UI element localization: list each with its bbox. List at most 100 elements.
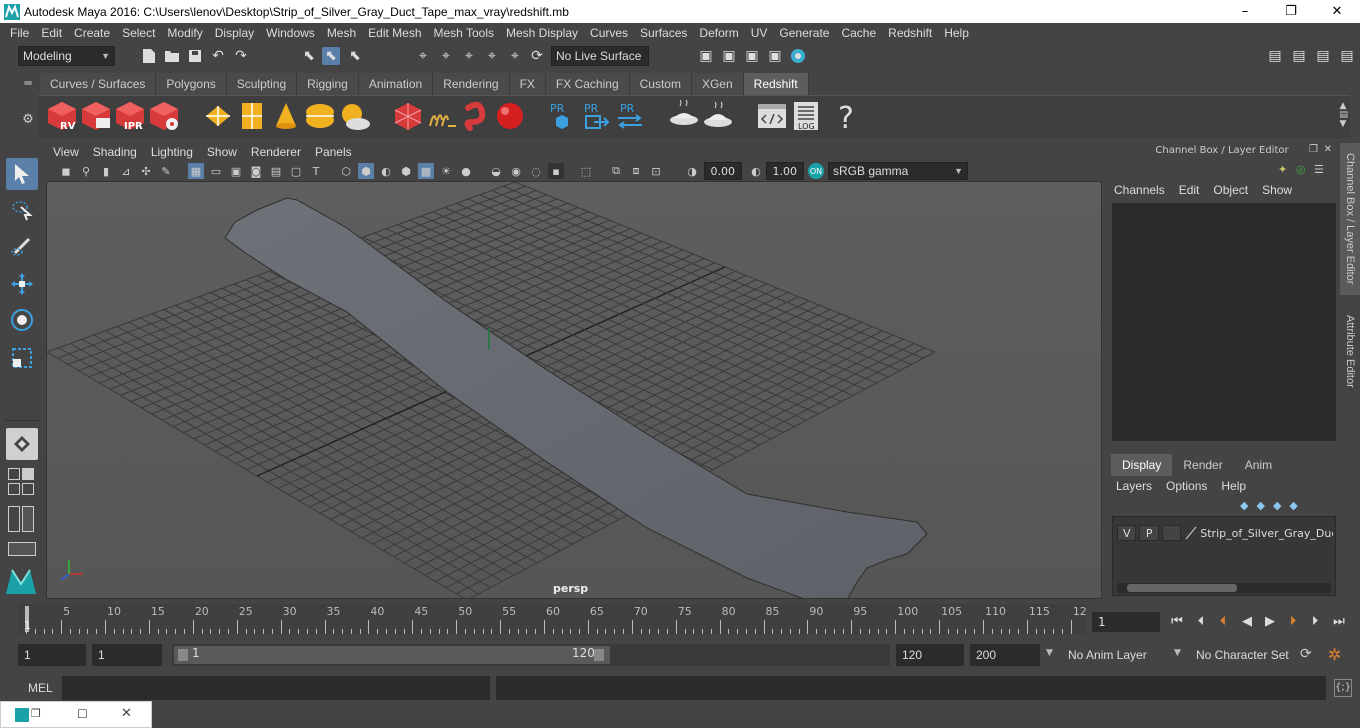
redshift-hair-icon[interactable] — [426, 100, 458, 132]
menu-cache[interactable]: Cache — [835, 26, 882, 40]
go-to-start-icon[interactable]: ⏮ — [1168, 612, 1186, 630]
gamma-field[interactable]: 1.00 — [766, 162, 804, 180]
layer-playback-toggle[interactable]: P — [1139, 525, 1159, 541]
tab-custom[interactable]: Custom — [629, 73, 692, 95]
select-by-component-icon[interactable]: ⬉ — [346, 47, 364, 65]
menu-create[interactable]: Create — [68, 26, 116, 40]
textured-icon[interactable]: ⬢ — [398, 163, 414, 179]
tab-xgen[interactable]: XGen — [691, 73, 744, 95]
playback-end-field[interactable]: 120 — [896, 644, 964, 666]
side-tab-channel-box[interactable]: Channel Box / Layer Editor — [1340, 143, 1360, 295]
animation-prefs-icon[interactable]: ✲ — [1328, 645, 1350, 665]
viewport-menu-lighting[interactable]: Lighting — [144, 145, 200, 159]
color-management-icon[interactable]: ON — [808, 163, 824, 179]
tab-redshift[interactable]: Redshift — [743, 73, 809, 95]
multisample-aa-icon[interactable]: ◉ — [508, 163, 524, 179]
redshift-pr-sync-icon[interactable]: PR — [614, 100, 646, 132]
menu-file[interactable]: File — [4, 26, 35, 40]
range-start-grip[interactable] — [178, 649, 188, 661]
paint-select-tool-icon[interactable] — [6, 230, 38, 262]
chevron-down-icon[interactable]: ▼ — [1174, 648, 1181, 658]
grid-toggle-icon[interactable]: ▦ — [188, 163, 204, 179]
play-forwards-icon[interactable]: ▶ — [1261, 612, 1279, 630]
redshift-light-spot-icon[interactable] — [270, 100, 302, 132]
play-backwards-icon[interactable]: ◀ — [1238, 612, 1256, 630]
depth-of-field-icon[interactable]: ◌ — [528, 163, 544, 179]
colorspace-dropdown[interactable]: sRGB gamma ▼ — [828, 162, 968, 180]
redshift-ies-light-icon[interactable] — [304, 100, 336, 132]
menu-modify[interactable]: Modify — [161, 26, 208, 40]
tab-fx-caching[interactable]: FX Caching — [545, 73, 630, 95]
auto-key-icon[interactable]: ⟳ — [1300, 646, 1320, 664]
snap-view-icon[interactable]: ⌖ — [483, 47, 501, 65]
tab-curves-surfaces[interactable]: Curves / Surfaces — [40, 73, 157, 95]
smooth-shade-icon[interactable]: ⬢ — [358, 163, 374, 179]
redshift-settings-icon[interactable] — [148, 100, 180, 132]
command-input[interactable] — [62, 676, 490, 700]
close-window-icon[interactable]: ✕ — [121, 706, 132, 721]
camera-attributes-icon[interactable]: ⚲ — [78, 163, 94, 179]
lasso-tool-icon[interactable] — [6, 194, 38, 226]
layer-color-icon[interactable] — [1184, 526, 1198, 540]
scrollbar-thumb[interactable] — [1127, 584, 1237, 592]
menu-edit-mesh[interactable]: Edit Mesh — [362, 26, 427, 40]
use-all-lights-icon[interactable]: ▩ — [418, 163, 434, 179]
animation-end-field[interactable]: 200 — [970, 644, 1040, 666]
wireframe-on-shaded-icon[interactable]: ◐ — [378, 163, 394, 179]
resolution-gate-icon[interactable]: ▣ — [228, 163, 244, 179]
move-layer-up-icon[interactable]: ◆ — [1240, 499, 1248, 512]
redshift-light-area-icon[interactable] — [202, 100, 234, 132]
wireframe-icon[interactable]: ⬡ — [338, 163, 354, 179]
layer-name[interactable]: Strip_of_Silver_Gray_Duc — [1200, 527, 1333, 540]
character-set-dropdown[interactable]: No Character Set — [1190, 644, 1294, 666]
redo-icon[interactable]: ↷ — [232, 47, 250, 65]
minimize-button[interactable]: – — [1222, 0, 1268, 23]
hypershade-icon[interactable] — [789, 47, 807, 65]
bookmark-icon[interactable]: ▮ — [98, 163, 114, 179]
open-scene-icon[interactable] — [163, 47, 181, 65]
image-plane-icon[interactable]: ⊿ — [118, 163, 134, 179]
save-scene-icon[interactable] — [186, 47, 204, 65]
viewport-menu-renderer[interactable]: Renderer — [244, 145, 308, 159]
redshift-help-icon[interactable]: ? — [830, 100, 862, 132]
command-language-label[interactable]: MEL — [28, 681, 53, 695]
camera-select-icon[interactable]: ◼ — [58, 163, 74, 179]
layer-menu-layers[interactable]: Layers — [1116, 479, 1152, 493]
channel-menu-show[interactable]: Show — [1262, 183, 1292, 197]
menu-help[interactable]: Help — [938, 26, 975, 40]
redshift-bake-set-icon[interactable] — [702, 100, 734, 132]
workspace-icon[interactable]: ▤ — [1266, 47, 1284, 65]
step-back-key-icon[interactable]: ⏴ — [1214, 612, 1232, 630]
go-to-end-icon[interactable]: ⏭ — [1330, 612, 1348, 630]
layer-menu-help[interactable]: Help — [1221, 479, 1246, 493]
layout-four-icon[interactable] — [8, 483, 36, 497]
backface-culling-icon[interactable]: ⊡ — [648, 163, 664, 179]
step-back-icon[interactable]: ⏴ — [1192, 612, 1210, 630]
tab-rendering[interactable]: Rendering — [433, 73, 510, 95]
viewport-menu-view[interactable]: View — [46, 145, 86, 159]
redshift-pr-object-icon[interactable]: PR — [546, 100, 578, 132]
render-frame-icon[interactable]: ▣ — [720, 47, 738, 65]
redshift-sun-sky-icon[interactable] — [338, 100, 370, 132]
script-editor-icon[interactable]: {;} — [1334, 679, 1352, 697]
menu-redshift[interactable]: Redshift — [882, 26, 938, 40]
toggle-attribute-editor-icon[interactable]: ▤ — [1314, 47, 1332, 65]
select-by-hierarchy-icon[interactable]: ⬉ — [300, 47, 318, 65]
time-slider[interactable]: 5 10 15 20 25 30 35 40 45 50 55 60 65 70 75 80 85 90 95 100… — [18, 604, 1087, 634]
float-panel-icon[interactable]: ❐ — [1309, 144, 1318, 155]
select-tool-icon[interactable] — [6, 158, 38, 190]
redshift-bake-icon[interactable] — [668, 100, 700, 132]
redshift-script-editor-icon[interactable] — [756, 100, 788, 132]
tab-render[interactable]: Render — [1172, 454, 1233, 476]
menu-generate[interactable]: Generate — [773, 26, 835, 40]
channel-box-sync-icon[interactable]: ◎ — [1296, 163, 1310, 177]
new-layer-selected-icon[interactable]: ◆ — [1289, 499, 1297, 512]
range-slider-handle[interactable] — [174, 646, 610, 664]
new-layer-icon[interactable]: ◆ — [1273, 499, 1281, 512]
scale-tool-icon[interactable] — [6, 342, 38, 374]
channel-menu-edit[interactable]: Edit — [1179, 183, 1200, 197]
film-gate-icon[interactable]: ▭ — [208, 163, 224, 179]
render-settings-icon[interactable]: ▣ — [766, 47, 784, 65]
menu-mesh-tools[interactable]: Mesh Tools — [428, 26, 500, 40]
tab-display[interactable]: Display — [1111, 454, 1173, 476]
